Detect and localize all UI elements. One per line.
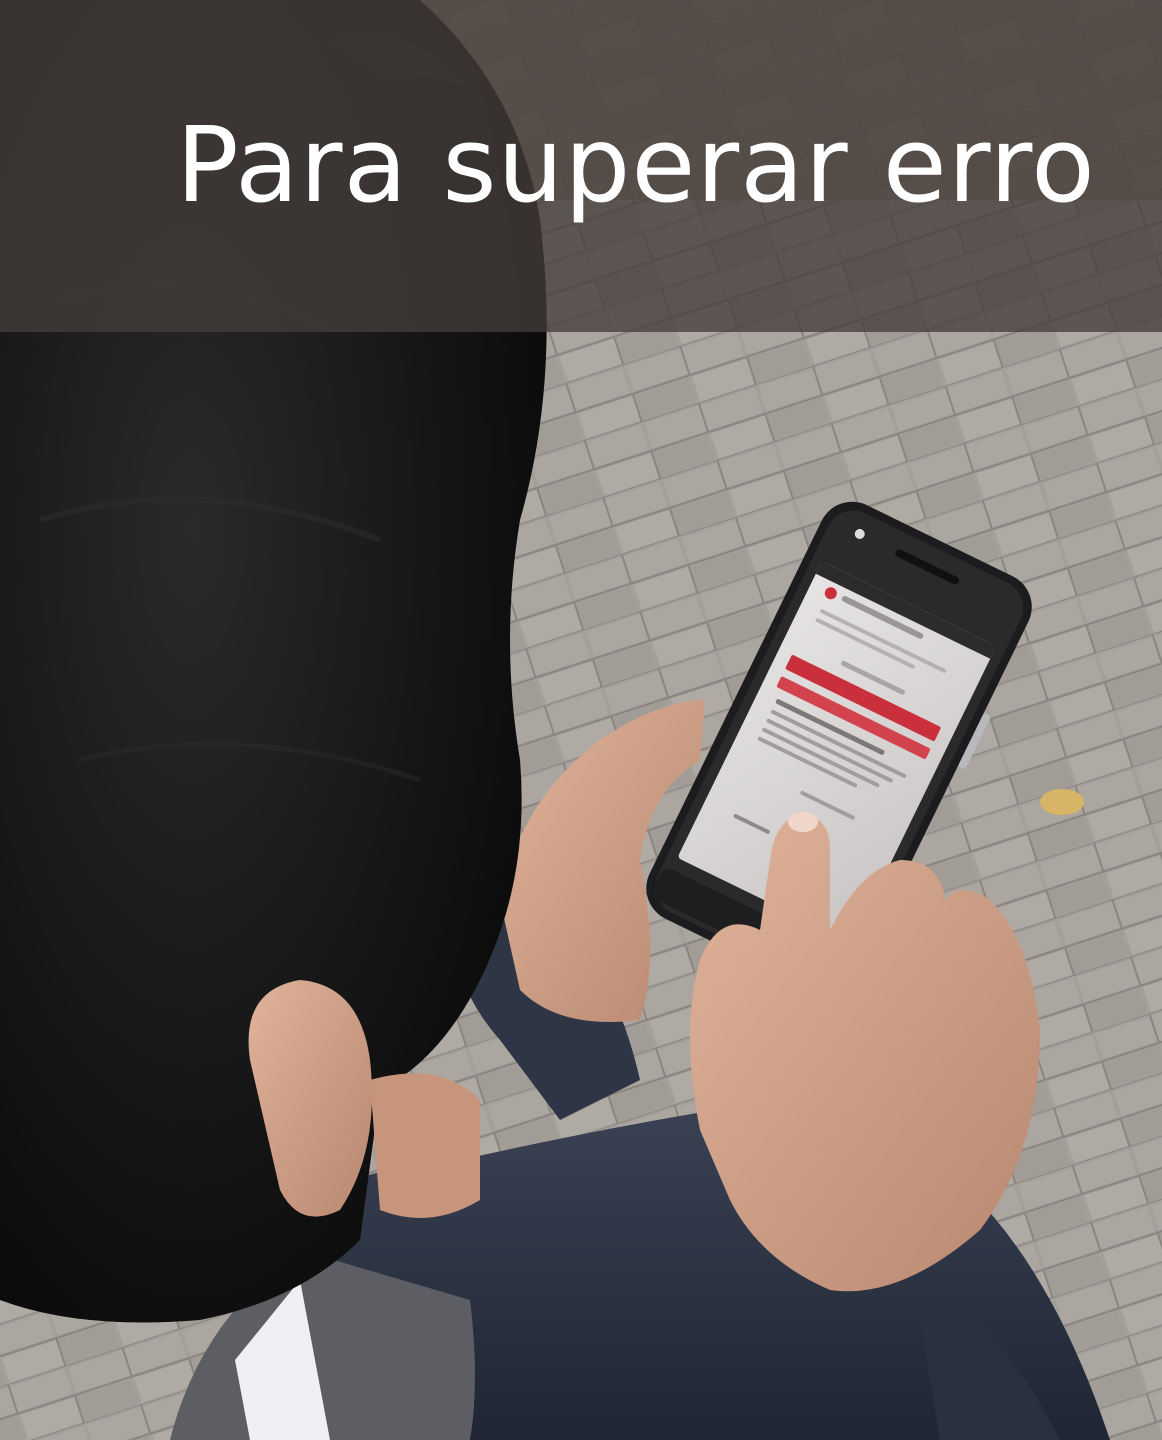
caption-band: Para superar erro [0, 0, 1162, 332]
photo-scene: Para superar erro [0, 0, 1162, 1440]
leaf-shape [1040, 789, 1084, 815]
caption-text: Para superar erro [176, 104, 1096, 226]
